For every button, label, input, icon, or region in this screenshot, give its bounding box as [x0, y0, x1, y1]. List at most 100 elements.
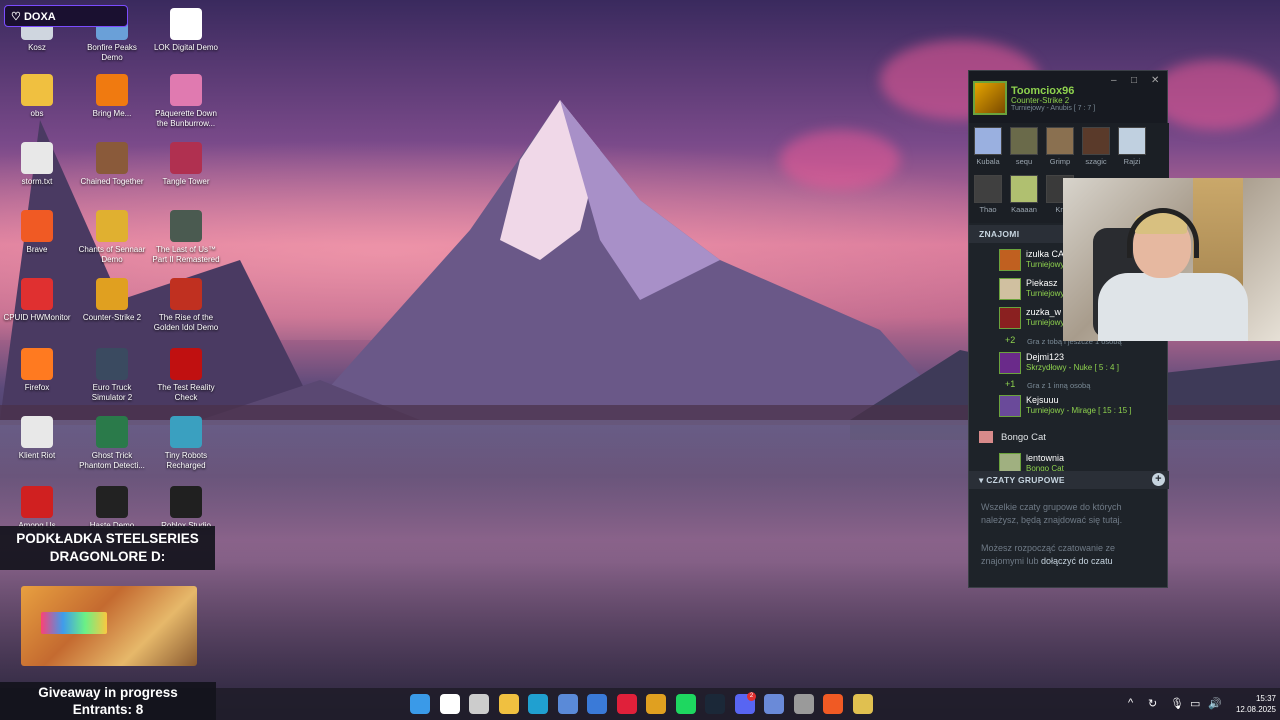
desktop-icon[interactable]: Ghost Trick Phantom Detecti... — [77, 416, 147, 471]
search-icon[interactable] — [439, 694, 460, 714]
desktop-icon-label: Bring Me... — [92, 109, 132, 118]
desktop-icon[interactable]: The Test Reality Check — [151, 348, 221, 403]
desktop-icon[interactable]: Bring Me... — [77, 74, 147, 119]
maximize-icon[interactable]: □ — [1131, 75, 1137, 86]
among-us-icon — [21, 486, 53, 518]
clock-time: 15:37 — [1255, 694, 1276, 703]
promo-line2: DRAGONLORE D: — [49, 549, 166, 564]
add-group-chat-icon[interactable]: + — [1152, 473, 1165, 486]
friend-row[interactable]: Kejsuuu Turniejowy - Mirage [ 15 : 15 ] — [999, 393, 1167, 419]
firefox-icon — [21, 348, 53, 380]
opera-gx-icon[interactable] — [616, 694, 637, 714]
mousepad-image — [21, 586, 197, 666]
desktop-icon[interactable]: The Rise of the Golden Idol Demo — [151, 278, 221, 333]
obs-icon[interactable] — [793, 694, 814, 714]
update-icon[interactable]: ↻ — [1148, 697, 1157, 710]
friend-avatar — [999, 249, 1021, 271]
friend-name: Dejmi123 — [1026, 352, 1065, 362]
windows-start-icon[interactable] — [410, 694, 430, 714]
chrome-icon[interactable] — [646, 694, 666, 714]
desktop-icon[interactable]: Chained Together — [77, 142, 147, 187]
game-group-label[interactable]: Bongo Cat — [1001, 432, 1046, 443]
desktop-icon[interactable]: Roblox Studio — [151, 486, 221, 531]
desktop-icon[interactable]: Haste Demo — [77, 486, 147, 531]
game-icon — [170, 416, 202, 448]
desktop-icon[interactable]: Tangle Tower — [151, 142, 221, 187]
friend-row[interactable]: Dejmi123 Skrzydłowy - Nuke [ 5 : 4 ] — [999, 350, 1167, 376]
desktop-icon[interactable]: Brave — [2, 210, 72, 255]
brave-icon[interactable] — [823, 694, 843, 714]
favorite-friend[interactable]: sequ — [1009, 127, 1039, 166]
favorite-friend[interactable]: Kaaaan — [1009, 175, 1039, 214]
task-view-icon[interactable] — [469, 694, 489, 714]
minimize-icon[interactable]: – — [1111, 75, 1117, 86]
app-icon[interactable] — [764, 694, 784, 714]
calendar-icon[interactable] — [557, 694, 578, 714]
friend-avatar — [1010, 127, 1038, 155]
desktop-icon[interactable]: Tiny Robots Recharged — [151, 416, 221, 471]
hwmonitor-icon — [21, 278, 53, 310]
favorite-friend[interactable]: Rajzi — [1117, 127, 1147, 166]
desktop-icon-label: Kosz — [28, 43, 46, 52]
desktop-icon[interactable]: Firefox — [2, 348, 72, 393]
steam-icon[interactable] — [705, 694, 725, 714]
folder-icon — [21, 74, 53, 106]
edge-icon[interactable] — [528, 694, 548, 714]
desktop-icon[interactable]: Euro Truck Simulator 2 — [77, 348, 147, 403]
desktop-icon[interactable]: CPUID HWMonitor — [2, 278, 72, 323]
desktop-icon-label: Tiny Robots Recharged — [164, 451, 208, 470]
group-count: +2 — [1005, 335, 1016, 345]
favorite-name: Kubala — [976, 157, 1000, 166]
friend-status: Turniejowy - Mirage [ 15 : 15 ] — [1026, 406, 1132, 415]
desktop-icon[interactable]: obs — [2, 74, 72, 119]
discord-notification-badge: 2 — [747, 692, 756, 701]
microphone-icon[interactable]: 🎙 — [1170, 697, 1184, 710]
desktop-icon[interactable]: Pâquerette Down the Bunburrow... — [151, 74, 221, 129]
group-count: +1 — [1005, 379, 1016, 389]
close-icon[interactable]: ✕ — [1151, 75, 1159, 86]
clock[interactable]: 15:37 12.08.2025 — [1226, 693, 1276, 715]
store-icon[interactable] — [587, 694, 607, 714]
desktop-icon-label: The Rise of the Golden Idol Demo — [153, 313, 219, 332]
favorite-friend[interactable]: szagic — [1081, 127, 1111, 166]
favorite-friend[interactable]: Thao — [973, 175, 1003, 214]
heart-icon: ♡ — [11, 11, 21, 23]
game-icon — [170, 142, 202, 174]
spotify-icon[interactable] — [675, 694, 696, 714]
favorite-friend[interactable]: Grimp — [1045, 127, 1075, 166]
desktop-icon[interactable]: Chants of Sennaar Demo — [77, 210, 147, 265]
network-icon[interactable]: ▭ — [1190, 697, 1200, 710]
join-chat-link[interactable]: dołączyć do czatu — [1041, 556, 1113, 566]
volume-icon[interactable]: 🔊 — [1208, 697, 1222, 710]
current-game: Counter-Strike 2 — [1011, 96, 1070, 105]
group-chats-header[interactable]: ▾ CZATY GRUPOWE + — [969, 471, 1169, 489]
desktop-icon[interactable]: storm.txt — [2, 142, 72, 187]
chevron-up-icon[interactable]: ^ — [1128, 697, 1133, 709]
text-file-icon — [21, 142, 53, 174]
favorite-name: Grimp — [1049, 157, 1071, 166]
group-info: Gra z 1 inną osobą — [1027, 381, 1091, 390]
webcam-overlay — [1063, 178, 1280, 341]
favorite-friend[interactable]: Kubala — [973, 127, 1003, 166]
keyboard-image — [41, 612, 107, 634]
desktop-icon[interactable]: Among Us — [2, 486, 72, 531]
desktop-icon[interactable]: Klient Riot — [2, 416, 72, 461]
group-chats-info: Wszelkie czaty grupowe do których należy… — [981, 502, 1123, 525]
doxa-overlay: ♡ DOXA — [4, 5, 128, 27]
game-icon — [96, 74, 128, 106]
desktop-icon[interactable]: LOK Digital Demo — [151, 8, 221, 53]
file-explorer-icon[interactable] — [498, 694, 519, 714]
desktop-icon[interactable]: The Last of Us™ Part II Remastered — [151, 210, 221, 265]
desktop-icon-label: The Test Reality Check — [157, 383, 215, 402]
user-avatar[interactable] — [973, 81, 1007, 115]
game-icon — [96, 348, 128, 380]
favorite-name: sequ — [1015, 157, 1033, 166]
game-icon — [96, 210, 128, 242]
game-icon — [170, 278, 202, 310]
giveaway-overlay: Giveaway in progress Entrants: 8 — [0, 682, 216, 720]
desktop-icon-label: Pâquerette Down the Bunburrow... — [155, 109, 217, 128]
steam-header: Toomciox96 Counter-Strike 2 Turniejowy -… — [969, 71, 1167, 123]
desktop-icon[interactable]: Counter-Strike 2 — [77, 278, 147, 323]
friend-avatar — [974, 175, 1002, 203]
notes-icon[interactable] — [852, 694, 873, 714]
